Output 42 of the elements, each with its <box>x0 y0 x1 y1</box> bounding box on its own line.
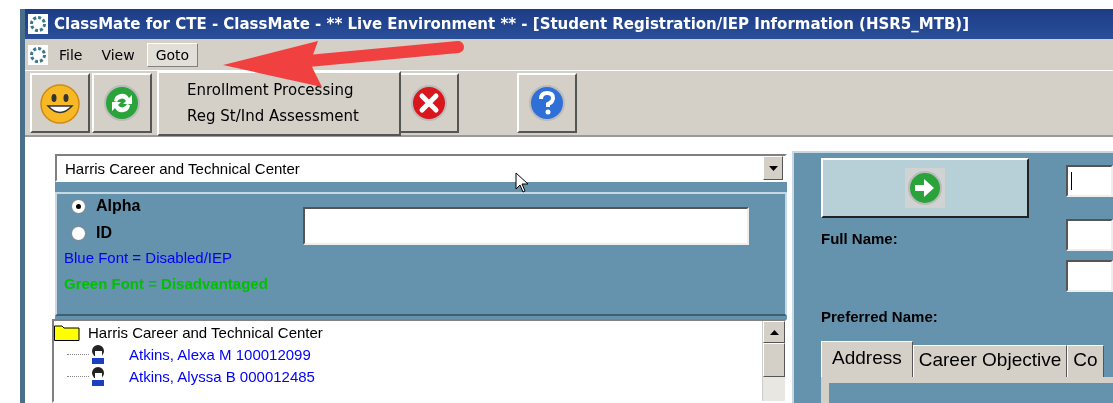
window-title: ClassMate for CTE - ClassMate - ** Live Environment ** - [Student Registration/IEP Information (HSR5_MTB)] <box>54 15 970 33</box>
mouse-pointer-icon <box>515 172 529 194</box>
go-button[interactable] <box>821 158 1029 218</box>
tab[interactable]: Career Objective <box>912 345 1068 377</box>
app-logo-icon <box>28 14 48 34</box>
menu-item[interactable]: File <box>51 43 91 66</box>
radio-option[interactable]: ID <box>71 224 303 242</box>
folder-icon <box>54 323 80 341</box>
close-icon <box>409 83 449 123</box>
legend-text: Green Font = Disadvantaged <box>64 274 269 294</box>
full-name-label: Full Name: <box>821 230 898 247</box>
scrollbar[interactable] <box>762 321 785 401</box>
refresh-icon <box>102 83 142 123</box>
tree-item[interactable]: Harris Career and Technical Center <box>54 321 762 343</box>
search-field[interactable] <box>303 207 749 245</box>
help-button[interactable] <box>517 73 577 133</box>
student-icon <box>89 366 107 386</box>
input-field[interactable] <box>1066 219 1113 251</box>
menu-option[interactable]: Reg St/Ind Assessment <box>159 103 399 129</box>
menu-item[interactable]: View <box>93 43 143 66</box>
radio-option[interactable]: Alpha <box>71 197 303 215</box>
student-name[interactable]: Atkins, Alyssa B 000012485 <box>129 367 315 385</box>
school-dropdown[interactable]: Harris Career and Technical Center <box>55 154 787 182</box>
legend-text: Blue Font = Disabled/IEP <box>64 248 233 268</box>
tab[interactable]: Address <box>821 341 913 377</box>
smiley-icon <box>38 81 82 125</box>
input-field[interactable] <box>1066 260 1113 292</box>
scroll-up-icon <box>769 329 779 335</box>
dropdown-arrow-icon <box>768 165 778 171</box>
student-name[interactable]: Atkins, Alexa M 100012099 <box>129 345 311 363</box>
tab[interactable]: Co <box>1067 345 1104 377</box>
refresh-button[interactable] <box>92 73 152 133</box>
smiley-button[interactable] <box>30 73 90 133</box>
help-icon <box>527 83 567 123</box>
close-button[interactable] <box>399 73 459 133</box>
menu-option[interactable]: Enrollment Processing <box>159 77 399 103</box>
menu-item[interactable]: Goto <box>146 42 199 67</box>
input-field[interactable] <box>1066 165 1113 197</box>
student-icon <box>89 344 107 364</box>
right-arrow-icon <box>905 168 945 208</box>
preferred-name-label: Preferred Name: <box>821 308 938 325</box>
app-logo-icon <box>28 44 48 65</box>
